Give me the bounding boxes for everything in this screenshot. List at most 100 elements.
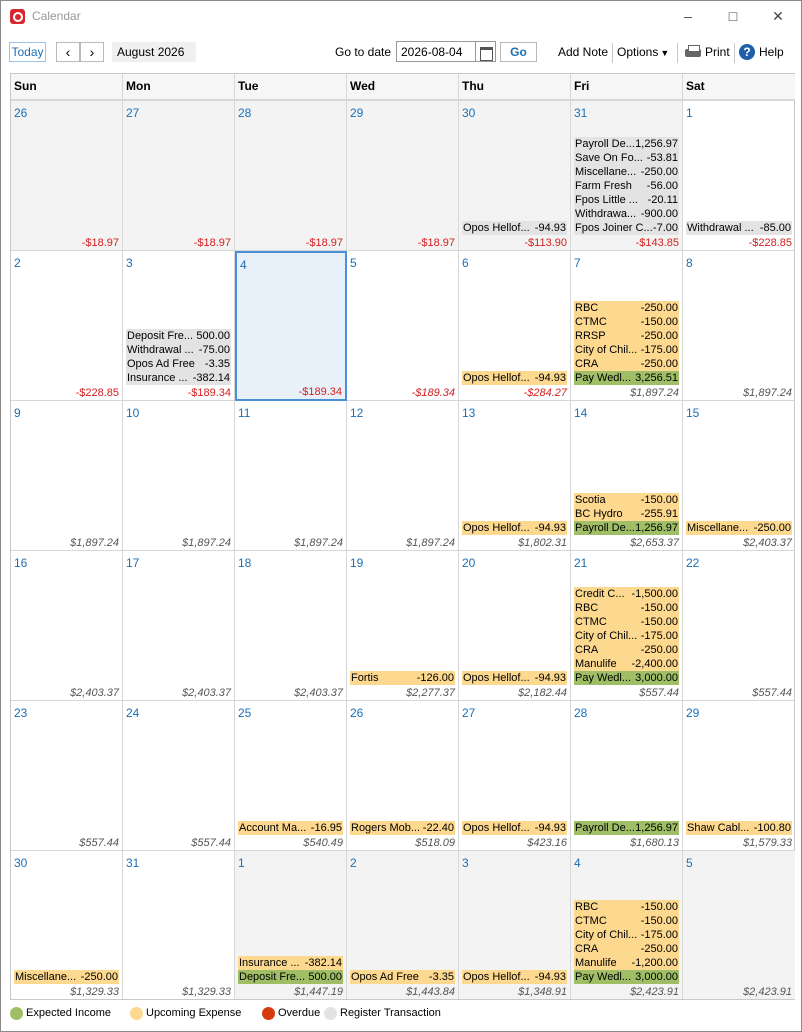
day-cell[interactable]: 16 $2,403.37 <box>11 551 123 701</box>
add-note-button[interactable]: Add Note <box>558 45 608 59</box>
day-number[interactable]: 18 <box>238 556 251 570</box>
day-number[interactable]: 27 <box>462 706 475 720</box>
day-number[interactable]: 26 <box>350 706 363 720</box>
options-menu[interactable]: Options ▼ <box>617 45 669 59</box>
previous-month-button[interactable]: ‹ <box>56 42 80 62</box>
day-cell[interactable]: 4 RBC -150.00 CTMC -150.00 City of Chil... -17… <box>571 851 683 999</box>
day-cell[interactable]: 13 Opos Hellof... -94.93 $1,802.31 <box>459 401 571 551</box>
day-cell[interactable]: 23 $557.44 <box>11 701 123 851</box>
day-cell[interactable]: 14 Scotia -150.00 BC Hydro -255.91 Payroll De… <box>571 401 683 551</box>
transaction-item[interactable]: Fpos Little ... -20.11 <box>574 193 679 207</box>
day-number[interactable]: 16 <box>14 556 27 570</box>
transaction-item[interactable]: BC Hydro -255.91 <box>574 507 679 521</box>
day-cell[interactable]: 29 Shaw Cabl... -100.80 $1,579.33 <box>683 701 795 851</box>
day-number[interactable]: 9 <box>14 406 21 420</box>
transaction-item[interactable]: CTMC -150.00 <box>574 615 679 629</box>
transaction-item[interactable]: Shaw Cabl... -100.80 <box>686 821 792 835</box>
day-cell[interactable]: 3 Opos Hellof... -94.93 $1,348.91 <box>459 851 571 999</box>
transaction-item[interactable]: Opos Hellof... -94.93 <box>462 521 567 535</box>
day-cell[interactable]: 28 Payroll De... 1,256.97 $1,680.13 <box>571 701 683 851</box>
transaction-item[interactable]: Scotia -150.00 <box>574 493 679 507</box>
day-cell[interactable]: 11 $1,897.24 <box>235 401 347 551</box>
transaction-item[interactable]: City of Chil... -175.00 <box>574 629 679 643</box>
transaction-item[interactable]: Payroll De... 1,256.97 <box>574 821 679 835</box>
day-cell[interactable]: 4 -$189.34 <box>235 251 347 401</box>
day-number[interactable]: 6 <box>462 256 469 270</box>
day-number[interactable]: 11 <box>238 406 250 420</box>
day-number[interactable]: 5 <box>686 856 693 870</box>
day-number[interactable]: 29 <box>350 106 363 120</box>
day-number[interactable]: 23 <box>14 706 27 720</box>
day-number[interactable]: 7 <box>574 256 581 270</box>
day-cell[interactable]: 12 $1,897.24 <box>347 401 459 551</box>
transaction-item[interactable]: CRA -250.00 <box>574 643 679 657</box>
day-cell[interactable]: 27 -$18.97 <box>123 101 235 251</box>
day-number[interactable]: 17 <box>126 556 139 570</box>
transaction-item[interactable]: Manulife -1,200.00 <box>574 956 679 970</box>
day-number[interactable]: 13 <box>462 406 475 420</box>
transaction-item[interactable]: Withdrawal ... -75.00 <box>126 343 231 357</box>
transaction-item[interactable]: Opos Ad Free -3.35 <box>350 970 455 984</box>
day-cell[interactable]: 9 $1,897.24 <box>11 401 123 551</box>
maximize-icon[interactable]: □ <box>718 5 748 27</box>
day-number[interactable]: 15 <box>686 406 699 420</box>
transaction-item[interactable]: Pay Wedl... 3,000.00 <box>574 671 679 685</box>
transaction-item[interactable]: Withdrawa... -900.00 <box>574 207 679 221</box>
day-number[interactable]: 30 <box>462 106 475 120</box>
day-number[interactable]: 5 <box>350 256 357 270</box>
day-cell[interactable]: 5 -$189.34 <box>347 251 459 401</box>
transaction-item[interactable]: Fpos Joiner C... -7.00 <box>574 221 679 235</box>
transaction-item[interactable]: Insurance ... -382.14 <box>238 956 343 970</box>
day-number[interactable]: 1 <box>238 856 245 870</box>
day-number[interactable]: 31 <box>126 856 139 870</box>
goto-date-input[interactable] <box>396 41 476 62</box>
day-number[interactable]: 14 <box>574 406 587 420</box>
day-number[interactable]: 12 <box>350 406 363 420</box>
transaction-item[interactable]: RBC -150.00 <box>574 601 679 615</box>
day-cell[interactable]: 21 Credit C... -1,500.00 RBC -150.00 CTMC -150… <box>571 551 683 701</box>
day-cell[interactable]: 29 -$18.97 <box>347 101 459 251</box>
transaction-item[interactable]: Miscellane... -250.00 <box>14 970 119 984</box>
day-cell[interactable]: 6 Opos Hellof... -94.93 -$284.27 <box>459 251 571 401</box>
day-number[interactable]: 20 <box>462 556 475 570</box>
day-number[interactable]: 24 <box>126 706 139 720</box>
day-number[interactable]: 29 <box>686 706 699 720</box>
day-cell[interactable]: 17 $2,403.37 <box>123 551 235 701</box>
day-cell[interactable]: 27 Opos Hellof... -94.93 $423.16 <box>459 701 571 851</box>
day-number[interactable]: 10 <box>126 406 139 420</box>
close-icon[interactable]: ✕ <box>763 5 793 27</box>
transaction-item[interactable]: Miscellane... -250.00 <box>574 165 679 179</box>
transaction-item[interactable]: Payroll De... 1,256.97 <box>574 521 679 535</box>
help-button[interactable]: Help <box>759 45 784 59</box>
day-cell[interactable]: 22 $557.44 <box>683 551 795 701</box>
day-number[interactable]: 28 <box>574 706 587 720</box>
day-number[interactable]: 30 <box>14 856 27 870</box>
day-number[interactable]: 19 <box>350 556 363 570</box>
day-cell[interactable]: 26 -$18.97 <box>11 101 123 251</box>
day-number[interactable]: 4 <box>574 856 581 870</box>
day-number[interactable]: 21 <box>574 556 587 570</box>
day-cell[interactable]: 26 Rogers Mob... -22.40 $518.09 <box>347 701 459 851</box>
transaction-item[interactable]: Insurance ... -382.14 <box>126 371 231 385</box>
printer-icon[interactable] <box>685 45 701 59</box>
day-cell[interactable]: 31 Payroll De... 1,256.97 Save On Fo... -53.… <box>571 101 683 251</box>
day-number[interactable]: 31 <box>574 106 587 120</box>
day-number[interactable]: 2 <box>14 256 21 270</box>
day-cell[interactable]: 1 Withdrawal ... -85.00 -$228.85 <box>683 101 795 251</box>
go-button[interactable]: Go <box>500 42 537 62</box>
transaction-item[interactable]: Account Ma... -16.95 <box>238 821 343 835</box>
transaction-item[interactable]: CTMC -150.00 <box>574 914 679 928</box>
transaction-item[interactable]: Fortis -126.00 <box>350 671 455 685</box>
day-number[interactable]: 1 <box>686 106 693 120</box>
day-number[interactable]: 3 <box>462 856 469 870</box>
transaction-item[interactable]: Opos Hellof... -94.93 <box>462 821 567 835</box>
transaction-item[interactable]: Opos Hellof... -94.93 <box>462 671 567 685</box>
transaction-item[interactable]: Pay Wedl... 3,256.51 <box>574 371 679 385</box>
transaction-item[interactable]: Pay Wedl... 3,000.00 <box>574 970 679 984</box>
calendar-picker-icon[interactable] <box>476 41 496 62</box>
transaction-item[interactable]: Opos Ad Free -3.35 <box>126 357 231 371</box>
transaction-item[interactable]: Miscellane... -250.00 <box>686 521 792 535</box>
transaction-item[interactable]: RBC -150.00 <box>574 900 679 914</box>
day-number[interactable]: 22 <box>686 556 699 570</box>
transaction-item[interactable]: Withdrawal ... -85.00 <box>686 221 792 235</box>
